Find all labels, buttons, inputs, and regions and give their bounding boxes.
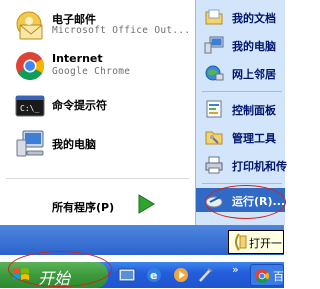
- chrome-icon: [255, 269, 269, 283]
- start-menu-left-panel: 电子邮件 Microsoft Office Out... Internet Go…: [0, 0, 195, 225]
- pinned-title: Internet: [52, 52, 103, 65]
- start-button[interactable]: 开始: [0, 262, 108, 288]
- run-tooltip: 打开一: [228, 230, 284, 254]
- tooltip-text: 打开一: [249, 237, 282, 250]
- pinned-title: 我的电脑: [52, 138, 96, 151]
- right-item-label: 管理工具: [232, 132, 276, 145]
- pinned-email[interactable]: 电子邮件 Microsoft Office Out...: [0, 6, 195, 46]
- network-places-icon: [205, 65, 224, 81]
- my-computer-icon: [204, 36, 224, 54]
- right-item-printers[interactable]: 打印机和传: [196, 153, 287, 177]
- media-player-icon[interactable]: [172, 266, 190, 284]
- run-tooltip-icon: [235, 233, 247, 251]
- green-arrow-icon: [138, 194, 155, 214]
- quick-launch-tool-icon[interactable]: [197, 266, 215, 284]
- right-item-run[interactable]: 运行(R)...: [196, 188, 285, 212]
- admin-tools-icon: [205, 131, 223, 145]
- pinned-command-prompt[interactable]: C:\_ 命令提示符: [0, 86, 195, 126]
- separator: [202, 183, 282, 184]
- pinned-subtitle: Google Chrome: [52, 66, 131, 77]
- right-item-label: 我的文档: [232, 12, 276, 25]
- right-item-label: 控制面板: [232, 104, 276, 117]
- my-documents-icon: [205, 9, 223, 25]
- run-icon: [205, 196, 223, 208]
- separator: [202, 91, 282, 92]
- right-item-label: 运行(R)...: [232, 195, 286, 208]
- chrome-icon: [16, 52, 44, 80]
- control-panel-icon: [206, 100, 222, 118]
- right-item-admin-tools[interactable]: 管理工具: [196, 125, 285, 149]
- pinned-title: 命令提示符: [52, 99, 107, 112]
- start-menu-right-panel: 我的文档 我的电脑 网上邻居 控制面板 管理工具 打印机和传 运行(R)...: [195, 0, 287, 225]
- quick-launch-overflow[interactable]: »: [232, 263, 239, 276]
- start-label: 开始: [38, 269, 71, 288]
- right-item-label: 我的电脑: [232, 40, 276, 53]
- command-prompt-icon: C:\_: [15, 95, 45, 117]
- right-item-label: 打印机和传: [232, 160, 287, 173]
- right-item-network[interactable]: 网上邻居: [196, 61, 285, 85]
- taskbar-button-label: 百: [273, 270, 284, 283]
- right-item-my-computer[interactable]: 我的电脑: [196, 33, 285, 57]
- taskbar-button-chrome[interactable]: 百: [250, 264, 284, 286]
- outlook-envelope-icon: [16, 11, 43, 40]
- separator: [6, 178, 189, 179]
- right-item-label: 网上邻居: [232, 68, 276, 81]
- my-computer-icon: [16, 130, 44, 157]
- pinned-internet[interactable]: Internet Google Chrome: [0, 46, 195, 86]
- svg-text:e: e: [150, 269, 157, 282]
- windows-logo-icon: [13, 268, 29, 280]
- right-item-my-documents[interactable]: 我的文档: [196, 5, 285, 29]
- all-programs-button[interactable]: 所有程序(P): [0, 188, 195, 222]
- right-item-control-panel[interactable]: 控制面板: [196, 97, 285, 121]
- show-desktop-icon[interactable]: [118, 266, 136, 284]
- pinned-subtitle: Microsoft Office Out...: [52, 25, 191, 36]
- internet-explorer-icon[interactable]: e: [145, 266, 163, 284]
- printer-icon: [205, 156, 223, 174]
- pinned-my-computer[interactable]: 我的电脑: [0, 124, 195, 164]
- svg-text:C:\_: C:\_: [20, 104, 39, 113]
- all-programs-label: 所有程序(P): [52, 201, 115, 214]
